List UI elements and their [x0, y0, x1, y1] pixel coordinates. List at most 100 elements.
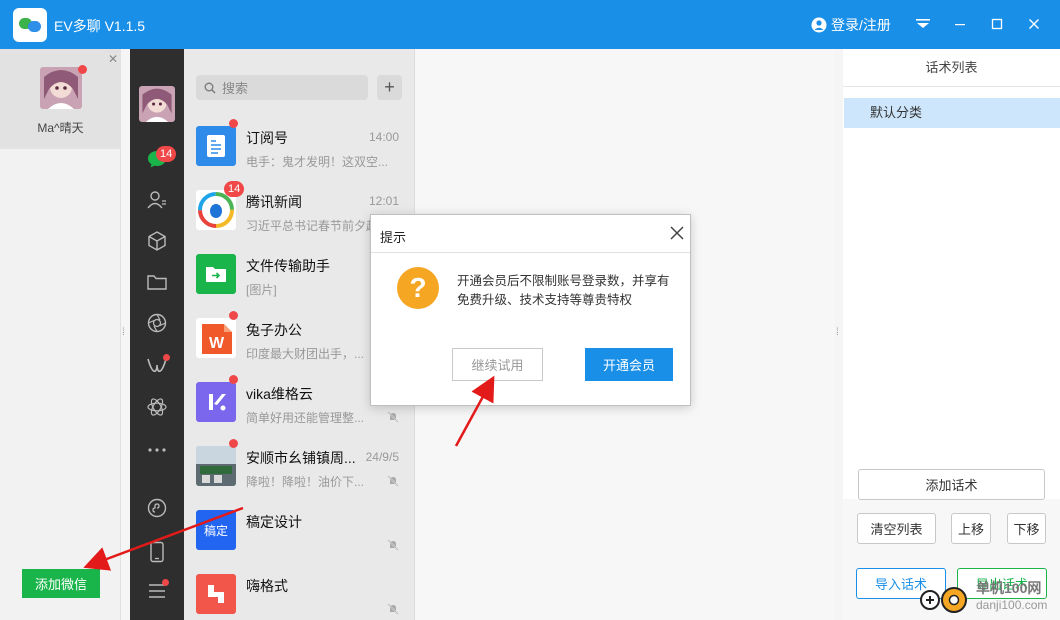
splitter-left[interactable]: ⁞ [121, 49, 130, 620]
add-script-button[interactable]: 添加话术 [858, 469, 1045, 500]
chat-item-gaoding[interactable]: 稿定 稿定设计 [184, 499, 414, 563]
anshun-avatar-icon [196, 446, 236, 486]
chat-unread-badge: 14 [156, 146, 177, 162]
haigeshi-avatar-icon [196, 574, 236, 614]
my-avatar[interactable] [139, 86, 175, 122]
dialog-title: 提示 [380, 230, 407, 245]
chat-item-subscriptions[interactable]: 订阅号 14:00 电手：鬼才发明！这双空... [184, 115, 414, 179]
chat-title: 嗨格式 [246, 578, 288, 594]
splitter-right[interactable]: ⁞ [835, 49, 843, 620]
unread-dot [229, 439, 238, 448]
watermark-logo-icon [920, 587, 967, 613]
chat-title: 安顺市幺铺镇周... [246, 450, 356, 466]
category-item-default[interactable]: 默认分类 [844, 98, 1060, 128]
chat-title: 兔子办公 [246, 322, 302, 338]
nav-box[interactable] [144, 228, 170, 254]
nav-phone[interactable] [144, 539, 170, 565]
maximize-button[interactable] [984, 12, 1010, 36]
account-unread-dot [78, 65, 87, 74]
dropdown-menu-button[interactable] [910, 12, 936, 36]
chat-title: 稿定设计 [246, 514, 302, 530]
menu-down-icon [916, 19, 930, 28]
nav-sidebar: 14 [130, 49, 184, 620]
clear-list-button[interactable]: 清空列表 [857, 513, 936, 544]
nav-mini-program[interactable] [144, 495, 170, 521]
prompt-dialog: 提示 ? 开通会员后不限制账号登录数，并享有免费升级、技术支持等尊贵特权 继续试… [370, 214, 691, 406]
app-title: EV多聊 V1.1.5 [54, 18, 146, 34]
file-transfer-avatar-icon [196, 254, 236, 294]
chat-title: 文件传输助手 [246, 258, 330, 274]
add-wechat-button[interactable]: 添加微信 [22, 569, 100, 598]
title-bar: EV多聊 V1.1.5 登录/注册 [0, 0, 1060, 49]
unread-dot [229, 375, 238, 384]
script-panel: 话术列表 默认分类 添加话术 清空列表 上移 下移 导入话术 导出话术 [843, 49, 1060, 620]
atom-icon [147, 398, 167, 416]
open-vip-button[interactable]: 开通会员 [585, 348, 673, 381]
login-label: 登录/注册 [831, 17, 891, 33]
unread-dot [229, 311, 238, 320]
user-icon [811, 17, 827, 33]
account-card[interactable]: Ma^晴天 [0, 49, 121, 149]
close-icon [1029, 19, 1039, 29]
mute-icon [387, 539, 399, 551]
chat-title: vika维格云 [246, 386, 313, 402]
vika-avatar-icon [196, 382, 236, 422]
account-close-icon[interactable]: ✕ [108, 52, 118, 66]
nav-moments[interactable] [144, 310, 170, 336]
login-button[interactable]: 登录/注册 [811, 15, 891, 35]
watermark: 单机100网 danji100.com [920, 574, 1060, 620]
plus-icon: + [384, 77, 395, 97]
question-mark-icon: ? [397, 267, 439, 309]
gaoding-thumb-label: 稿定 [203, 523, 228, 538]
chat-time: 14:00 [368, 130, 399, 144]
chat-item-anshun[interactable]: 安顺市幺铺镇周... 24/9/5 降啦！降啦！油价下... [184, 435, 414, 499]
chat-time: 12:01 [368, 194, 399, 208]
aperture-icon [147, 313, 167, 333]
dialog-message: 开通会员后不限制账号登录数，并享有免费升级、技术支持等尊贵特权 [457, 274, 670, 307]
move-down-button[interactable]: 下移 [1007, 513, 1046, 544]
tuzi-office-avatar-icon: W [196, 318, 236, 358]
contacts-icon [147, 191, 166, 209]
phone-icon [150, 541, 164, 563]
nav-files[interactable] [144, 269, 170, 295]
unread-dot [229, 119, 238, 128]
channels-unread-dot [163, 354, 170, 361]
add-chat-button[interactable]: + [377, 75, 402, 100]
chat-preview: 降啦！降啦！油价下... [246, 475, 365, 489]
mini-program-icon [147, 498, 167, 518]
nav-explore[interactable] [144, 394, 170, 420]
chat-unread-badge: 14 [224, 181, 245, 197]
mute-icon [387, 475, 399, 487]
gaoding-avatar-icon: 稿定 [196, 510, 236, 550]
nav-contacts[interactable] [144, 187, 170, 213]
chat-title: 订阅号 [246, 130, 288, 146]
splitter-grip-icon: ⁞ [836, 327, 839, 338]
watermark-url: danji100.com [976, 598, 1048, 612]
minimize-button[interactable] [947, 12, 973, 36]
chat-time: 24/9/5 [365, 450, 399, 464]
app-logo-icon [13, 8, 47, 42]
minimize-icon [955, 24, 965, 26]
dialog-divider [371, 252, 690, 253]
search-icon [204, 82, 216, 93]
script-panel-header: 话术列表 [843, 49, 1060, 87]
search-input[interactable]: 搜索 [196, 75, 368, 100]
maximize-icon [991, 18, 1003, 30]
mute-icon [387, 411, 399, 423]
move-up-button[interactable]: 上移 [951, 513, 991, 544]
account-name: Ma^晴天 [37, 121, 84, 135]
continue-trial-button[interactable]: 继续试用 [452, 348, 543, 381]
cube-icon [148, 231, 166, 251]
chat-item-haigeshi[interactable]: 嗨格式 [184, 563, 414, 620]
mute-icon [387, 603, 399, 615]
account-avatar [40, 67, 82, 109]
script-category-list: 默认分类 [843, 87, 1060, 499]
more-dots-icon [148, 448, 166, 452]
nav-more[interactable] [144, 437, 170, 463]
watermark-text: 单机100网 [976, 580, 1042, 596]
close-button[interactable] [1021, 12, 1047, 36]
dialog-close-icon[interactable] [667, 223, 687, 243]
menu-unread-dot [162, 579, 169, 586]
chat-preview: 电手：鬼才发明！这双空... [246, 155, 389, 169]
chat-preview: 简单好用还能管理整... [246, 411, 365, 425]
